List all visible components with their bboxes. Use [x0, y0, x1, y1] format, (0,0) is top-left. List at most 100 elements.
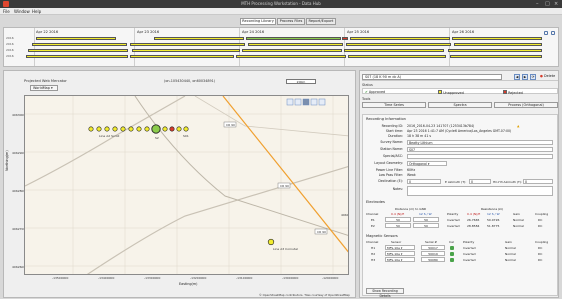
recording-bar[interactable] [350, 37, 450, 40]
recording-information: Recording Information Recording ID: 2016… [362, 114, 558, 297]
minimize-icon[interactable]: – [536, 0, 539, 8]
time-series-button[interactable]: Time Series [362, 102, 426, 108]
station-marker[interactable] [120, 126, 126, 132]
magnetic-sensor-select[interactable]: MFS-10e ▾ [385, 257, 415, 262]
timeline-divider [34, 28, 35, 66]
tab-process-files[interactable]: Process Files [277, 18, 305, 25]
magnetic-gain: Normal [505, 246, 516, 250]
delete-button[interactable]: ● Delete [540, 74, 555, 78]
recording-bar[interactable] [248, 43, 343, 46]
recording-bar[interactable] [348, 55, 446, 58]
electrode-distance-sw[interactable]: 50 [413, 223, 439, 228]
e-azimuth-field[interactable]: 0 [469, 179, 491, 184]
recording-bar[interactable] [346, 43, 451, 46]
status-unapproved-option[interactable]: Unapproved [438, 90, 464, 95]
timeline-date: Apr 23 2016 [137, 30, 160, 34]
station-marker[interactable] [183, 126, 189, 132]
show-recording-details-button[interactable]: Show Recording Details [366, 288, 404, 297]
layout-geometry-select[interactable]: Orthogonal ▾ [407, 161, 447, 166]
rejected-icon [503, 90, 507, 94]
close-icon[interactable]: × [554, 0, 558, 8]
recording-bar[interactable] [236, 55, 346, 58]
menu-help[interactable]: Help [32, 9, 41, 14]
recording-bar[interactable] [344, 49, 444, 52]
recording-bar[interactable] [26, 55, 128, 58]
recording-bar[interactable] [342, 37, 348, 40]
magnetic-sensor-select[interactable]: MFS-10e ▾ [385, 251, 415, 256]
maximize-icon[interactable]: □ [545, 0, 550, 8]
station-marker[interactable] [104, 126, 110, 132]
map-layer-dropdown[interactable]: WorldMap ▾ [30, 85, 58, 91]
pan-icon[interactable] [286, 98, 294, 106]
timeline-row-label: 2016 [6, 54, 14, 58]
magnetic-sensors-title: Magnetic Sensors [366, 234, 398, 238]
map-canvas[interactable]: Line A2 Scroll S2 S01 Line A3 Cornutel C… [24, 95, 349, 275]
recording-bar[interactable] [32, 43, 127, 46]
station-marker[interactable] [112, 126, 118, 132]
magnetic-serial-field[interactable]: 50080 [421, 257, 445, 262]
magnetic-sensor-value: MFS-10e [387, 252, 400, 256]
declination-field[interactable]: 0 [407, 179, 441, 184]
recording-bar[interactable] [452, 37, 542, 40]
electrode-distance-ne[interactable]: 50 [385, 217, 411, 222]
station-marker[interactable] [88, 126, 94, 132]
menu-file[interactable]: File [3, 9, 10, 14]
timeline-divider [134, 28, 135, 66]
tab-recording-library[interactable]: Recording Library [240, 18, 276, 25]
status-rejected-option[interactable]: Rejected [503, 90, 523, 95]
recording-bar[interactable] [130, 43, 245, 46]
station-marker-selected[interactable] [151, 124, 161, 134]
station-marker[interactable] [144, 126, 150, 132]
station-marker[interactable] [136, 126, 142, 132]
layers-icon[interactable] [302, 98, 310, 106]
recording-bar[interactable] [454, 43, 542, 46]
zoom-box-icon[interactable] [294, 98, 302, 106]
recording-bar[interactable] [36, 37, 116, 40]
recording-bar[interactable] [132, 49, 240, 52]
recording-bar[interactable] [130, 55, 234, 58]
zoom-out-icon[interactable] [551, 31, 555, 35]
map-projection-bounds: (on-105430440, on60034891) [164, 79, 216, 83]
menu-window[interactable]: Window [14, 9, 30, 14]
recording-bar[interactable] [28, 49, 128, 52]
electrode-distance-ne[interactable]: 50 [385, 223, 411, 228]
recording-timeline[interactable]: Apr 22 2016 Apr 23 2016 Apr 24 2016 Apr … [3, 27, 559, 67]
recording-bar[interactable] [450, 55, 542, 58]
h-azimuth-field[interactable]: 0 [523, 179, 553, 184]
special-asc-field[interactable] [407, 154, 553, 159]
process-orthogonal-button[interactable]: Process (Orthogonal) [494, 102, 558, 108]
station-marker[interactable] [176, 126, 182, 132]
notes-field[interactable] [407, 186, 553, 196]
delete-label: Delete [544, 74, 556, 78]
recording-bar[interactable] [242, 49, 342, 52]
electrode-col: 0.4 (N)/E [391, 212, 405, 216]
station-marker[interactable] [267, 238, 275, 246]
previous-icon[interactable]: ◀ [514, 74, 520, 80]
power-filter-value: 60Hz [407, 168, 416, 172]
magnetic-serial-field[interactable]: 50017 [421, 245, 445, 250]
zoom-in-icon[interactable] [544, 31, 548, 35]
recording-bar[interactable] [154, 37, 244, 40]
recording-bar[interactable] [448, 49, 542, 52]
status-approved-option[interactable]: ✔ Approved [365, 90, 385, 94]
magnetic-serial-field[interactable]: 50019 [421, 251, 445, 256]
tab-report-export[interactable]: Report/Export [306, 18, 336, 25]
magnetic-sensor-select[interactable]: MFS-10e ▾ [385, 245, 415, 250]
map-scale: 200m [286, 79, 316, 84]
station-marker[interactable] [128, 126, 134, 132]
station-marker[interactable] [169, 126, 175, 132]
search-icon[interactable] [310, 98, 318, 106]
refresh-icon[interactable] [318, 98, 326, 106]
refresh-icon[interactable]: ⟳ [530, 74, 536, 80]
recording-bar[interactable] [246, 37, 341, 40]
survey-name-field[interactable]: Beatty Lithium [407, 140, 553, 145]
spectra-button[interactable]: Spectra [428, 102, 492, 108]
power-filter-label: Power Line Filter: [375, 168, 403, 172]
recording-selector[interactable]: S07 (18 K 90 m dc A) [362, 74, 502, 80]
electrodes-title: Electrodes [366, 200, 385, 204]
station-marker[interactable] [162, 126, 168, 132]
station-name-field[interactable]: S07 [407, 147, 553, 152]
next-icon[interactable]: ▶ [522, 74, 528, 80]
electrode-distance-sw[interactable]: 50 [413, 217, 439, 222]
station-marker[interactable] [96, 126, 102, 132]
